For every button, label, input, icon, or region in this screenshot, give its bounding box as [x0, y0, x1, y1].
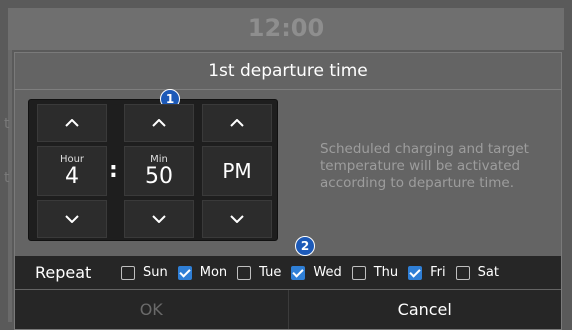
checkbox-checked[interactable]	[291, 265, 306, 280]
ampm-up-button[interactable]	[202, 104, 272, 142]
background-panel-edge	[8, 50, 12, 322]
chevron-up-icon	[65, 119, 79, 127]
chevron-down-icon	[65, 215, 79, 223]
day-label: Wed	[313, 265, 342, 280]
day-label: Sat	[477, 265, 499, 280]
day-checkbox-sun[interactable]: Sun	[121, 265, 168, 280]
callout-badge: 2	[295, 236, 315, 256]
description-text: Scheduled charging and target temperatur…	[320, 141, 529, 191]
checkbox[interactable]	[121, 265, 135, 280]
dialog-title: 1st departure time	[208, 61, 368, 81]
time-separator: :	[109, 158, 118, 183]
chevron-down-icon	[152, 215, 166, 223]
day-checkbox-mon[interactable]: Mon	[177, 265, 228, 280]
chevron-up-icon	[152, 119, 166, 127]
ampm-down-button[interactable]	[202, 200, 272, 238]
time-picker: 1 Hour 4 : Min 50 PM	[28, 89, 278, 241]
day-label: Fri	[430, 265, 446, 280]
ok-button[interactable]: OK	[15, 290, 289, 329]
checkbox[interactable]	[237, 265, 252, 280]
minute-down-button[interactable]	[124, 200, 194, 238]
hour-up-button[interactable]	[37, 104, 107, 142]
clock-display: 12:00	[247, 14, 325, 42]
chevron-down-icon	[230, 215, 244, 223]
minute-label: Min	[150, 153, 168, 165]
day-checkbox-sat[interactable]: Sat	[455, 265, 499, 280]
minute-value-field[interactable]: Min 50	[124, 146, 194, 196]
ampm-value-field[interactable]: PM	[202, 146, 272, 196]
divider	[15, 89, 561, 90]
day-label: Thu	[373, 265, 399, 280]
background-text-fragment: t	[4, 116, 10, 132]
departure-time-dialog: 1st departure time 1 Hour 4 : Min 50 PM …	[14, 52, 562, 330]
day-label: Sun	[143, 265, 168, 280]
hour-value-field[interactable]: Hour 4	[37, 146, 107, 196]
hour-down-button[interactable]	[37, 200, 107, 238]
day-checkbox-fri[interactable]: Fri	[408, 265, 446, 280]
dialog-buttons: OK Cancel	[15, 290, 561, 329]
checkbox[interactable]	[455, 265, 470, 280]
day-checkbox-tue[interactable]: Tue	[237, 265, 281, 280]
hour-value: 4	[65, 163, 79, 189]
repeat-label: Repeat	[35, 263, 92, 282]
day-checkbox-thu[interactable]: Thu	[351, 265, 399, 280]
cancel-button[interactable]: Cancel	[289, 290, 562, 329]
day-checkbox-wed[interactable]: Wed	[291, 265, 342, 280]
minute-value: 50	[145, 163, 173, 189]
chevron-up-icon	[230, 119, 244, 127]
repeat-bar: Repeat Sun Mon Tue Wed Thu Fri Sat	[15, 256, 561, 289]
checkbox-checked[interactable]	[408, 265, 423, 280]
ampm-value: PM	[222, 159, 252, 183]
day-label: Mon	[199, 265, 228, 280]
checkbox[interactable]	[351, 265, 366, 280]
day-label: Tue	[259, 265, 282, 280]
hour-label: Hour	[59, 153, 85, 165]
minute-up-button[interactable]	[124, 104, 194, 142]
checkbox-checked[interactable]	[177, 265, 192, 280]
background-text-fragment: t	[4, 170, 10, 186]
